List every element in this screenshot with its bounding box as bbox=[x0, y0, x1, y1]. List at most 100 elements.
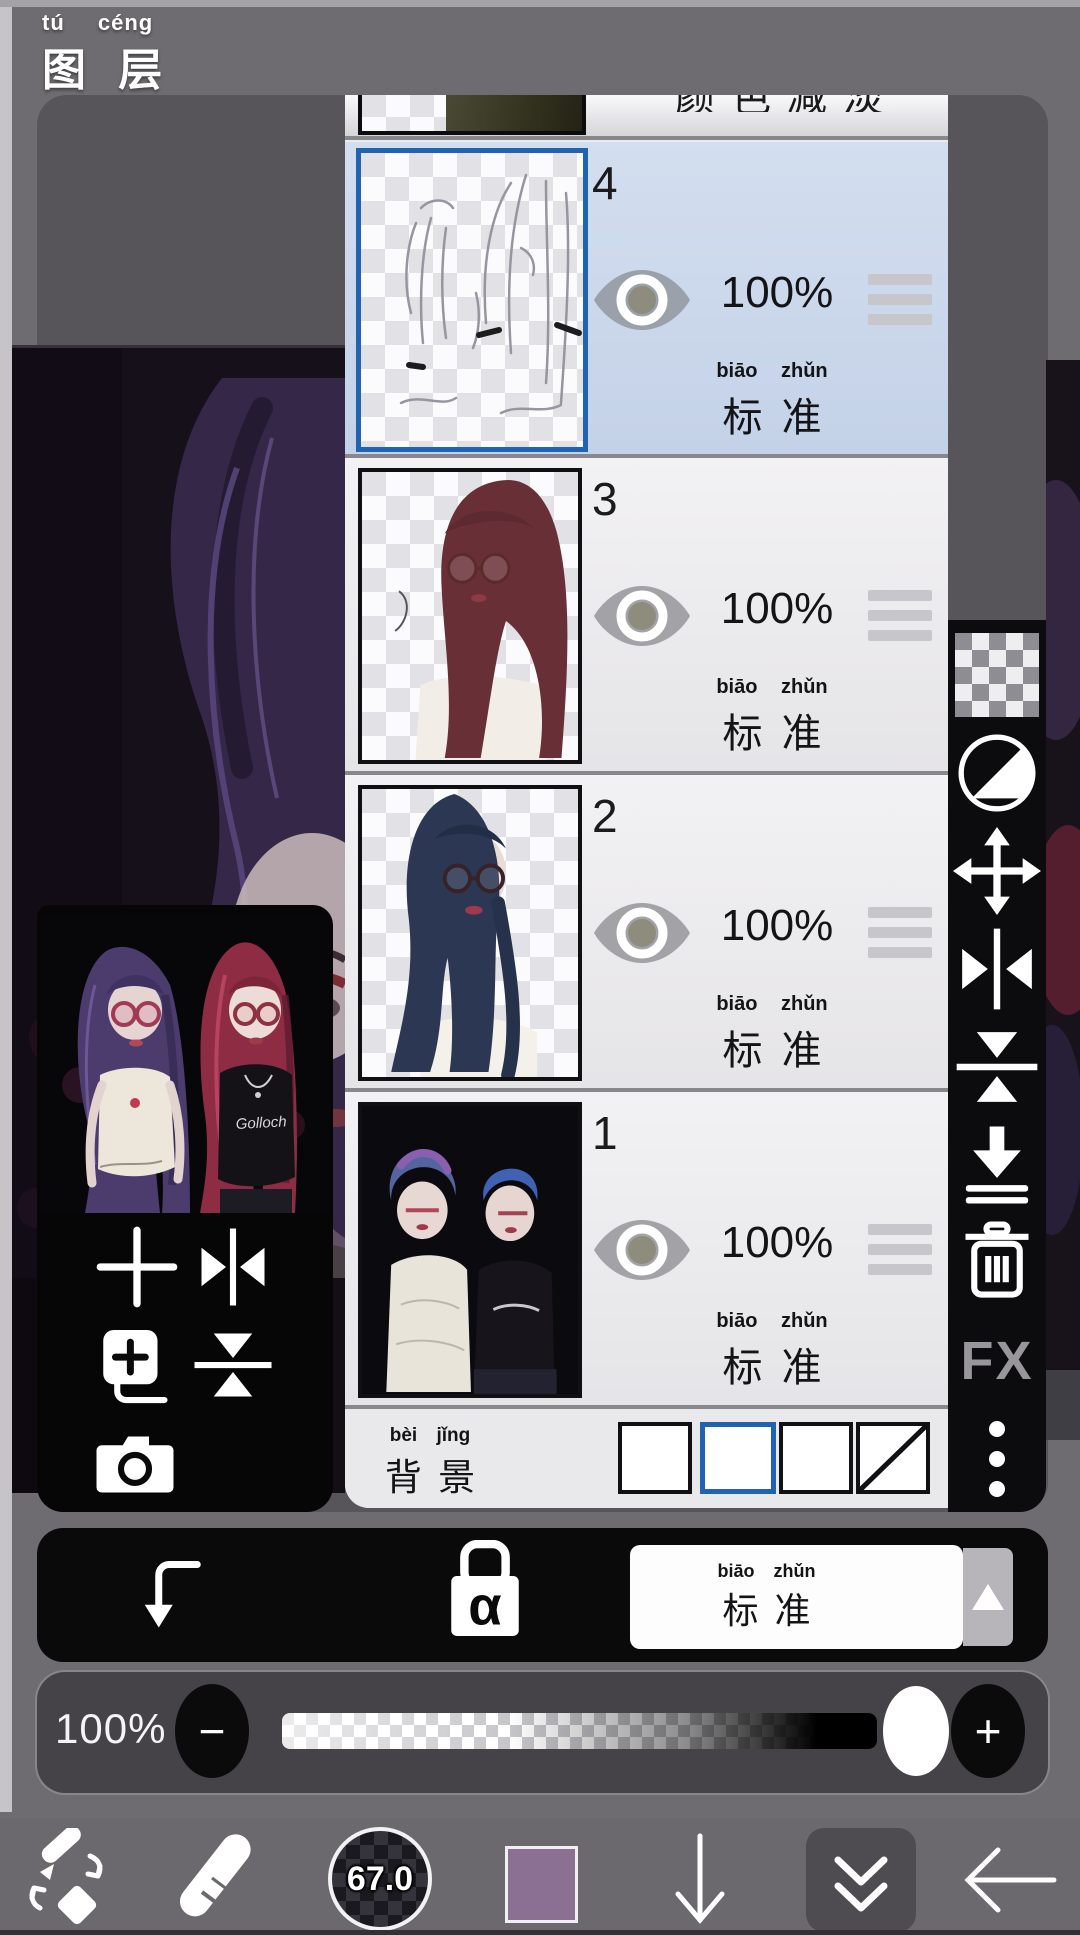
half-circle-icon bbox=[958, 734, 1036, 812]
alpha-lock-icon: α bbox=[451, 1540, 519, 1637]
checkerboard-icon bbox=[955, 633, 1039, 717]
add-layer-button[interactable] bbox=[87, 1219, 187, 1315]
arrow-down-icon bbox=[675, 1833, 725, 1924]
background-option-transparent[interactable] bbox=[700, 1422, 776, 1494]
camera-import-button[interactable] bbox=[85, 1413, 185, 1509]
partial-blend-mode-text: 颜色减淡 bbox=[675, 95, 905, 112]
background-row[interactable]: bèi jǐng 背 景 bbox=[345, 1409, 948, 1508]
title-pinyin: tú céng bbox=[42, 10, 154, 35]
opacity-slider-bar: 100% − + bbox=[37, 1672, 1048, 1793]
background-option-white[interactable] bbox=[618, 1422, 692, 1494]
two-girls-art bbox=[362, 1106, 578, 1394]
layer-number: 2 bbox=[592, 790, 618, 842]
artwork-preview: Golloch bbox=[40, 915, 330, 1213]
plus-glyph: + bbox=[974, 1705, 1002, 1757]
layer-thumbnail-partial[interactable] bbox=[358, 95, 586, 135]
drag-handle-icon[interactable] bbox=[868, 907, 932, 967]
eye-glyph bbox=[594, 903, 690, 963]
layer-row-partial[interactable]: 颜色减淡 bbox=[345, 95, 948, 140]
right-layer-toolbar: FX bbox=[948, 620, 1046, 1512]
background-option-dark-checker[interactable] bbox=[779, 1422, 853, 1494]
screen-left-edge bbox=[0, 0, 12, 1812]
blend-pinyin: biāo zhǔn bbox=[717, 1560, 816, 1581]
flip-vertical-button[interactable] bbox=[952, 1022, 1042, 1112]
screen-top-edge bbox=[0, 0, 1080, 7]
collapse-panel-button[interactable] bbox=[806, 1828, 916, 1932]
layer-opacity: 100% bbox=[720, 1218, 834, 1267]
trash-icon bbox=[965, 1221, 1029, 1298]
camera-icon bbox=[96, 1436, 174, 1493]
sketch-art bbox=[399, 173, 582, 415]
layer-row-4[interactable]: 4 100% biāo zhǔn 标 准 bbox=[345, 142, 948, 458]
layer-thumbnail[interactable] bbox=[358, 468, 582, 764]
redo-down-button[interactable] bbox=[652, 1828, 748, 1932]
drag-handle-icon[interactable] bbox=[868, 590, 932, 650]
merge-down-button[interactable] bbox=[952, 1120, 1042, 1210]
clipping-button[interactable] bbox=[135, 1548, 235, 1644]
blend-mode-dropdown[interactable]: biāo zhǔn 标 准 bbox=[630, 1545, 963, 1649]
slider-track[interactable] bbox=[282, 1713, 877, 1749]
opacity-value: 100% bbox=[55, 1705, 167, 1752]
background-hanzi: 背 景 bbox=[384, 1457, 476, 1498]
eye-glyph bbox=[594, 586, 690, 646]
visibility-eye-icon[interactable] bbox=[594, 901, 690, 965]
brush-size-button[interactable]: 67.0 bbox=[328, 1827, 432, 1931]
layer-opacity: 100% bbox=[720, 901, 834, 950]
layer-opacity: 100% bbox=[720, 584, 834, 633]
fx-button[interactable]: FX bbox=[952, 1316, 1042, 1406]
flip-vertical-button[interactable] bbox=[183, 1317, 283, 1413]
visibility-eye-icon[interactable] bbox=[594, 584, 690, 648]
blend-pinyin: biāo zhǔn bbox=[716, 360, 828, 382]
layer-row-3[interactable]: 3 100% biāo zhǔn 标 准 bbox=[345, 458, 948, 775]
decrease-button[interactable]: − bbox=[175, 1684, 249, 1778]
back-button[interactable] bbox=[958, 1828, 1064, 1932]
canvas-art-edge bbox=[1046, 360, 1080, 1440]
blue-hair-girl-art bbox=[391, 793, 538, 1077]
layer-blend-mode: biāo zhǔn 标 准 bbox=[652, 1310, 892, 1393]
visibility-eye-icon[interactable] bbox=[594, 1218, 690, 1282]
delete-layer-button[interactable] bbox=[952, 1218, 1042, 1308]
minus-glyph: − bbox=[198, 1705, 226, 1757]
blend-hanzi: 标 准 bbox=[722, 712, 822, 756]
layer-number: 4 bbox=[592, 157, 618, 209]
increase-button[interactable]: + bbox=[951, 1684, 1025, 1778]
layer-thumbnail[interactable] bbox=[358, 1102, 582, 1398]
layer-thumbnail[interactable] bbox=[358, 785, 582, 1081]
background-option-hidden[interactable] bbox=[856, 1422, 930, 1494]
tone-button[interactable] bbox=[952, 728, 1042, 818]
drag-handle-icon[interactable] bbox=[868, 1224, 932, 1284]
duplicate-icon bbox=[103, 1330, 168, 1404]
drag-handle-icon[interactable] bbox=[868, 274, 932, 334]
pen-eraser-toggle-button[interactable] bbox=[10, 1828, 120, 1932]
eye-glyph bbox=[594, 270, 690, 330]
flip-horizontal-button[interactable] bbox=[952, 924, 1042, 1014]
background-pinyin: bèi jǐng bbox=[389, 1425, 471, 1446]
layer-thumbnail[interactable] bbox=[356, 148, 588, 452]
blend-pinyin: biāo zhǔn bbox=[716, 676, 828, 698]
move-layer-button[interactable] bbox=[952, 826, 1042, 916]
shirt-text: Golloch bbox=[235, 1113, 287, 1133]
preview-art: Golloch bbox=[40, 915, 330, 1213]
eye-glyph bbox=[594, 1220, 690, 1280]
visibility-eye-icon[interactable] bbox=[594, 268, 690, 332]
flip-horizontal-button[interactable] bbox=[183, 1219, 283, 1315]
fx-label: FX bbox=[960, 1331, 1034, 1391]
blend-dropdown-open-button[interactable] bbox=[963, 1548, 1013, 1646]
blend-hanzi: 标 准 bbox=[722, 1029, 822, 1073]
arrow-down-curve-icon bbox=[144, 1561, 201, 1628]
color-swatch-button[interactable] bbox=[505, 1846, 578, 1923]
layer-blend-mode: biāo zhǔn 标 准 bbox=[652, 360, 892, 443]
more-options-button[interactable] bbox=[952, 1414, 1042, 1504]
merge-down-icon bbox=[965, 1126, 1029, 1204]
slider-knob[interactable] bbox=[883, 1686, 949, 1776]
double-chevron-down-icon bbox=[834, 1856, 888, 1912]
vertical-ellipsis-icon bbox=[989, 1407, 1005, 1511]
transparency-background-button[interactable] bbox=[952, 630, 1042, 720]
background-label: bèi jǐng 背 景 bbox=[370, 1425, 490, 1501]
duplicate-layer-button[interactable] bbox=[83, 1317, 183, 1413]
layer-row-2[interactable]: 2 100% biāo zhǔn 标 准 bbox=[345, 775, 948, 1092]
layer-row-1[interactable]: 1 100% biāo zhǔn 标 准 bbox=[345, 1092, 948, 1409]
alpha-lock-button[interactable]: α bbox=[435, 1540, 535, 1638]
brush-tool-button[interactable] bbox=[168, 1828, 268, 1932]
canvas-artwork-right bbox=[1046, 360, 1080, 1440]
